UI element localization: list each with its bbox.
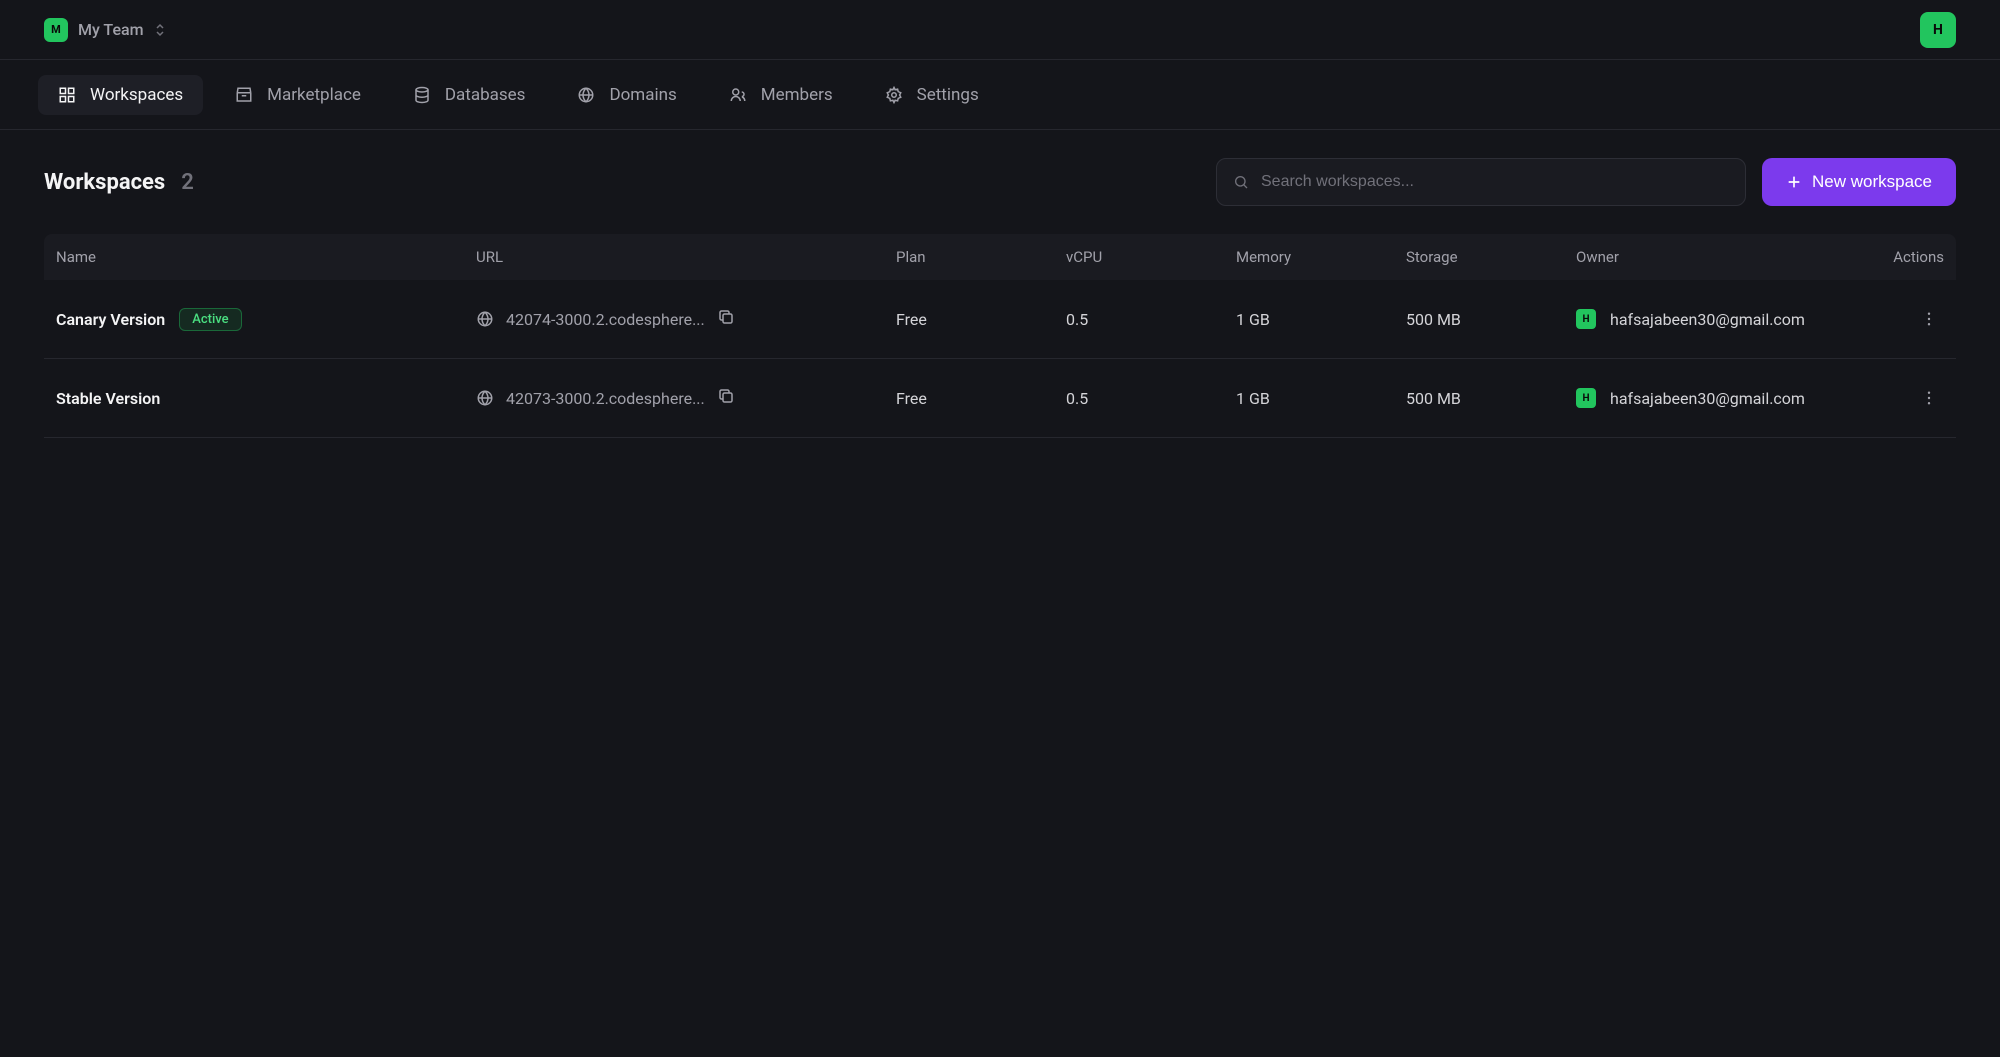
vcpu-cell: 0.5 — [1066, 310, 1236, 329]
col-name: Name — [56, 248, 476, 266]
copy-icon[interactable] — [717, 308, 735, 330]
search-wrap — [1216, 158, 1746, 206]
table-row[interactable]: Canary Version Active 42074-3000.2.codes… — [44, 280, 1956, 359]
tab-members[interactable]: Members — [709, 75, 853, 115]
topbar: M My Team H — [0, 0, 2000, 60]
tab-label: Workspaces — [90, 85, 183, 105]
actions-cell — [1824, 383, 1944, 413]
globe-icon — [476, 389, 494, 407]
plan-cell: Free — [896, 310, 1066, 329]
owner-avatar: H — [1576, 309, 1596, 329]
more-actions-button[interactable] — [1914, 304, 1944, 334]
store-icon — [235, 86, 253, 104]
owner-avatar: H — [1576, 388, 1596, 408]
search-input[interactable] — [1261, 173, 1729, 191]
table-header: Name URL Plan vCPU Memory Storage Owner … — [44, 234, 1956, 280]
new-workspace-label: New workspace — [1812, 172, 1932, 192]
team-selector[interactable]: M My Team — [44, 18, 166, 42]
storage-cell: 500 MB — [1406, 389, 1576, 408]
url-cell: 42074-3000.2.codesphere... — [476, 308, 896, 330]
copy-icon[interactable] — [717, 387, 735, 409]
actions-cell — [1824, 304, 1944, 334]
workspace-name: Stable Version — [56, 389, 160, 408]
url-cell: 42073-3000.2.codesphere... — [476, 387, 896, 409]
storage-cell: 500 MB — [1406, 310, 1576, 329]
globe-icon — [577, 86, 595, 104]
tab-databases[interactable]: Databases — [393, 75, 546, 115]
tab-marketplace[interactable]: Marketplace — [215, 75, 381, 115]
team-badge: M — [44, 18, 68, 42]
col-memory: Memory — [1236, 248, 1406, 266]
plan-cell: Free — [896, 389, 1066, 408]
tab-label: Domains — [609, 85, 676, 105]
users-icon — [729, 86, 747, 104]
url-text[interactable]: 42073-3000.2.codesphere... — [506, 389, 705, 408]
grid-icon — [58, 86, 76, 104]
chevron-updown-icon — [154, 22, 166, 38]
tab-label: Members — [761, 85, 833, 105]
col-owner: Owner — [1576, 248, 1824, 266]
more-actions-button[interactable] — [1914, 383, 1944, 413]
workspace-name: Canary Version — [56, 310, 165, 329]
page-header: Workspaces 2 New workspace — [0, 130, 2000, 234]
workspace-table: Name URL Plan vCPU Memory Storage Owner … — [0, 234, 2000, 438]
more-vertical-icon — [1920, 389, 1938, 407]
url-text[interactable]: 42074-3000.2.codesphere... — [506, 310, 705, 329]
name-cell: Stable Version — [56, 389, 476, 408]
col-vcpu: vCPU — [1066, 248, 1236, 266]
memory-cell: 1 GB — [1236, 389, 1406, 408]
table-row[interactable]: Stable Version 42073-3000.2.codesphere..… — [44, 359, 1956, 438]
more-vertical-icon — [1920, 310, 1938, 328]
page-title: Workspaces — [44, 170, 165, 195]
tab-label: Marketplace — [267, 85, 361, 105]
gear-icon — [885, 86, 903, 104]
col-actions: Actions — [1824, 248, 1944, 266]
tab-settings[interactable]: Settings — [865, 75, 999, 115]
name-cell: Canary Version Active — [56, 308, 476, 331]
user-avatar[interactable]: H — [1920, 12, 1956, 48]
nav-tabs: Workspaces Marketplace Databases Domains… — [0, 60, 2000, 130]
database-icon — [413, 86, 431, 104]
active-badge: Active — [179, 308, 241, 331]
owner-cell: H hafsajabeen30@gmail.com — [1576, 309, 1824, 329]
vcpu-cell: 0.5 — [1066, 389, 1236, 408]
tab-domains[interactable]: Domains — [557, 75, 696, 115]
tab-workspaces[interactable]: Workspaces — [38, 75, 203, 115]
team-name: My Team — [78, 20, 144, 39]
owner-email: hafsajabeen30@gmail.com — [1610, 310, 1805, 329]
col-url: URL — [476, 248, 896, 266]
owner-email: hafsajabeen30@gmail.com — [1610, 389, 1805, 408]
tab-label: Settings — [917, 85, 979, 105]
col-plan: Plan — [896, 248, 1066, 266]
tab-label: Databases — [445, 85, 526, 105]
col-storage: Storage — [1406, 248, 1576, 266]
owner-cell: H hafsajabeen30@gmail.com — [1576, 388, 1824, 408]
plus-icon — [1786, 174, 1802, 190]
globe-icon — [476, 310, 494, 328]
search-icon — [1233, 174, 1249, 190]
new-workspace-button[interactable]: New workspace — [1762, 158, 1956, 206]
memory-cell: 1 GB — [1236, 310, 1406, 329]
workspace-count: 2 — [181, 170, 194, 195]
